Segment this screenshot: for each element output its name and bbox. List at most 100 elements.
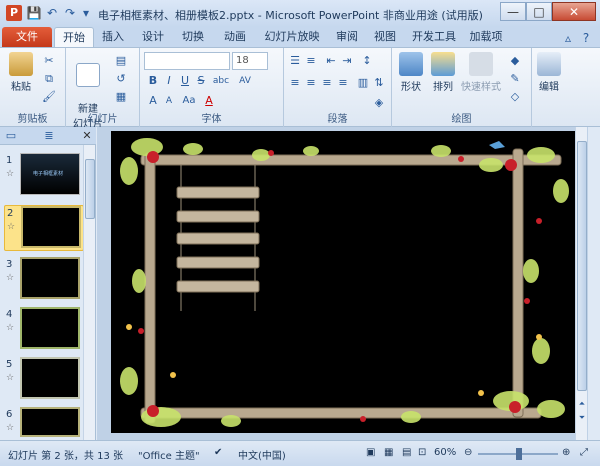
justify-icon[interactable]: ≡ <box>336 76 350 90</box>
italic-button[interactable]: I <box>162 74 176 88</box>
format-painter-icon[interactable]: 🖌 <box>42 90 56 104</box>
tab-review[interactable]: 审阅 <box>332 27 362 47</box>
paragraph-group-label: 段落 <box>327 114 348 125</box>
shape-effects-icon[interactable]: ◇ <box>508 90 522 104</box>
columns-icon[interactable]: ▥ <box>356 76 370 90</box>
thumbnails-scrollbar[interactable] <box>83 145 95 440</box>
shapes-label: 形状 <box>401 82 421 93</box>
powerpoint-app-icon[interactable]: P <box>6 5 22 21</box>
slide-scroll-thumb[interactable] <box>577 141 587 391</box>
slide-number: 3 <box>6 259 13 270</box>
customize-quick-access-icon[interactable]: ▾ <box>78 5 94 21</box>
help-icon[interactable]: ? <box>578 30 594 46</box>
shapes-button[interactable]: 形状 <box>396 52 426 93</box>
outline-tab-icon[interactable]: ≣ <box>42 129 56 143</box>
find-icon <box>537 52 561 76</box>
clipboard-group-label: 剪贴板 <box>17 114 48 125</box>
slide-scrollbar[interactable]: ⏶ ⏷ <box>575 127 587 440</box>
slide-show-view-icon[interactable]: ⊡ <box>418 447 426 458</box>
font-name-combo[interactable] <box>144 52 230 70</box>
previous-slide-icon[interactable]: ⏶ <box>575 397 589 411</box>
ribbon-tabs: 文件 开始 插入 设计 切换 动画 幻灯片放映 审阅 视图 开发工具 加载项 ▵… <box>0 27 600 47</box>
fit-to-window-icon[interactable]: ⤢ <box>580 447 588 458</box>
slide-thumb-3[interactable]: 3 ☆ <box>4 257 84 303</box>
drawing-group: 形状 排列 快速样式 ◆ ✎ ◇ 绘图 <box>392 48 532 127</box>
decrease-indent-icon[interactable]: ⇤ <box>324 54 338 68</box>
minimize-ribbon-icon[interactable]: ▵ <box>560 30 576 46</box>
underline-button[interactable]: U <box>178 74 192 88</box>
slide-thumbnails-panel: ▭ ≣ ✕ 1 ☆ 电子相框素材 2 ☆ 3 ☆ 4 ☆ 5 ☆ 6 ☆ <box>0 127 96 440</box>
normal-view-icon[interactable]: ▣ <box>366 447 375 458</box>
reset-icon[interactable]: ↺ <box>114 72 128 86</box>
spell-check-icon[interactable]: ✔ <box>214 447 222 458</box>
grow-font-button[interactable]: A <box>146 94 160 108</box>
slide-canvas-area: ⏶ ⏷ <box>97 127 588 440</box>
shape-fill-icon[interactable]: ◆ <box>508 54 522 68</box>
arrange-button[interactable]: 排列 <box>428 52 458 93</box>
increase-indent-icon[interactable]: ⇥ <box>340 54 354 68</box>
cut-icon[interactable]: ✂ <box>42 54 56 68</box>
slides-group: 新建 幻灯片 ▤ ↺ ▦ 幻灯片 <box>66 48 140 130</box>
tab-insert[interactable]: 插入 <box>98 27 128 47</box>
close-button[interactable]: ✕ <box>552 2 596 21</box>
align-left-icon[interactable]: ≡ <box>288 76 302 90</box>
tab-slide-show[interactable]: 幻灯片放映 <box>262 27 322 47</box>
strikethrough-button[interactable]: S <box>194 74 208 88</box>
shape-outline-icon[interactable]: ✎ <box>508 72 522 86</box>
slide-thumb-image <box>20 407 80 437</box>
language-text[interactable]: 中文(中国) <box>238 447 286 462</box>
tab-transitions[interactable]: 切换 <box>178 27 208 47</box>
character-spacing-button[interactable]: AV <box>236 74 254 88</box>
editing-button[interactable]: 编辑 <box>534 52 564 93</box>
zoom-in-icon[interactable]: ⊕ <box>562 447 570 458</box>
slide-thumb-caption: 电子相框素材 <box>33 171 64 177</box>
tab-file[interactable]: 文件 <box>2 27 52 47</box>
numbering-icon[interactable]: ≡ <box>304 54 318 68</box>
tab-home[interactable]: 开始 <box>54 27 94 47</box>
zoom-level-text[interactable]: 60% <box>434 447 456 458</box>
thumbnails-scroll-thumb[interactable] <box>85 159 95 219</box>
zoom-out-icon[interactable]: ⊖ <box>464 447 472 458</box>
redo-icon[interactable]: ↷ <box>62 5 78 21</box>
shrink-font-button[interactable]: A <box>162 94 176 108</box>
tab-animations[interactable]: 动画 <box>220 27 250 47</box>
font-color-button[interactable]: A <box>202 94 216 108</box>
current-slide[interactable] <box>111 131 581 433</box>
tab-developer[interactable]: 开发工具 <box>410 27 458 47</box>
font-group: 18 B I U S abc AV A A Aa A 字体 <box>140 48 284 127</box>
align-center-icon[interactable]: ≡ <box>304 76 318 90</box>
slide-sorter-view-icon[interactable]: ▦ <box>384 447 393 458</box>
reading-view-icon[interactable]: ▤ <box>402 447 411 458</box>
undo-icon[interactable]: ↶ <box>44 5 60 21</box>
layout-icon[interactable]: ▤ <box>114 54 128 68</box>
zoom-slider-thumb[interactable] <box>516 448 522 460</box>
align-right-icon[interactable]: ≡ <box>320 76 334 90</box>
section-icon[interactable]: ▦ <box>114 90 128 104</box>
save-icon[interactable]: 💾 <box>26 5 42 21</box>
maximize-button[interactable]: □ <box>526 2 552 21</box>
close-panel-icon[interactable]: ✕ <box>80 129 94 143</box>
status-bar: 幻灯片 第 2 张，共 13 张 "Office 主题" ✔ 中文(中国) ▣ … <box>0 440 600 466</box>
slide-thumb-2[interactable]: 2 ☆ <box>4 205 84 251</box>
line-spacing-icon[interactable]: ↕ <box>360 54 374 68</box>
font-size-combo[interactable]: 18 <box>232 52 268 70</box>
quick-styles-button[interactable]: 快速样式 <box>458 52 504 93</box>
minimize-button[interactable]: — <box>500 2 526 21</box>
slides-tab-icon[interactable]: ▭ <box>4 129 18 143</box>
change-case-button[interactable]: Aa <box>180 94 198 108</box>
slide-thumb-5[interactable]: 5 ☆ <box>4 357 84 403</box>
slide-thumb-image <box>20 257 80 299</box>
paste-button[interactable]: 粘贴 <box>6 52 36 93</box>
slide-thumb-1[interactable]: 1 ☆ 电子相框素材 <box>4 153 84 199</box>
bold-button[interactable]: B <box>146 74 160 88</box>
copy-icon[interactable]: ⧉ <box>42 72 56 86</box>
tab-design[interactable]: 设计 <box>138 27 168 47</box>
bullets-icon[interactable]: ☰ <box>288 54 302 68</box>
tab-add-ins[interactable]: 加载项 <box>466 27 506 47</box>
tab-view[interactable]: 视图 <box>370 27 400 47</box>
text-direction-icon[interactable]: ⇅ <box>372 76 386 90</box>
shadow-button[interactable]: abc <box>210 74 232 88</box>
slide-thumb-4[interactable]: 4 ☆ <box>4 307 84 353</box>
next-slide-icon[interactable]: ⏷ <box>575 411 589 425</box>
smartart-icon[interactable]: ◈ <box>372 96 386 110</box>
